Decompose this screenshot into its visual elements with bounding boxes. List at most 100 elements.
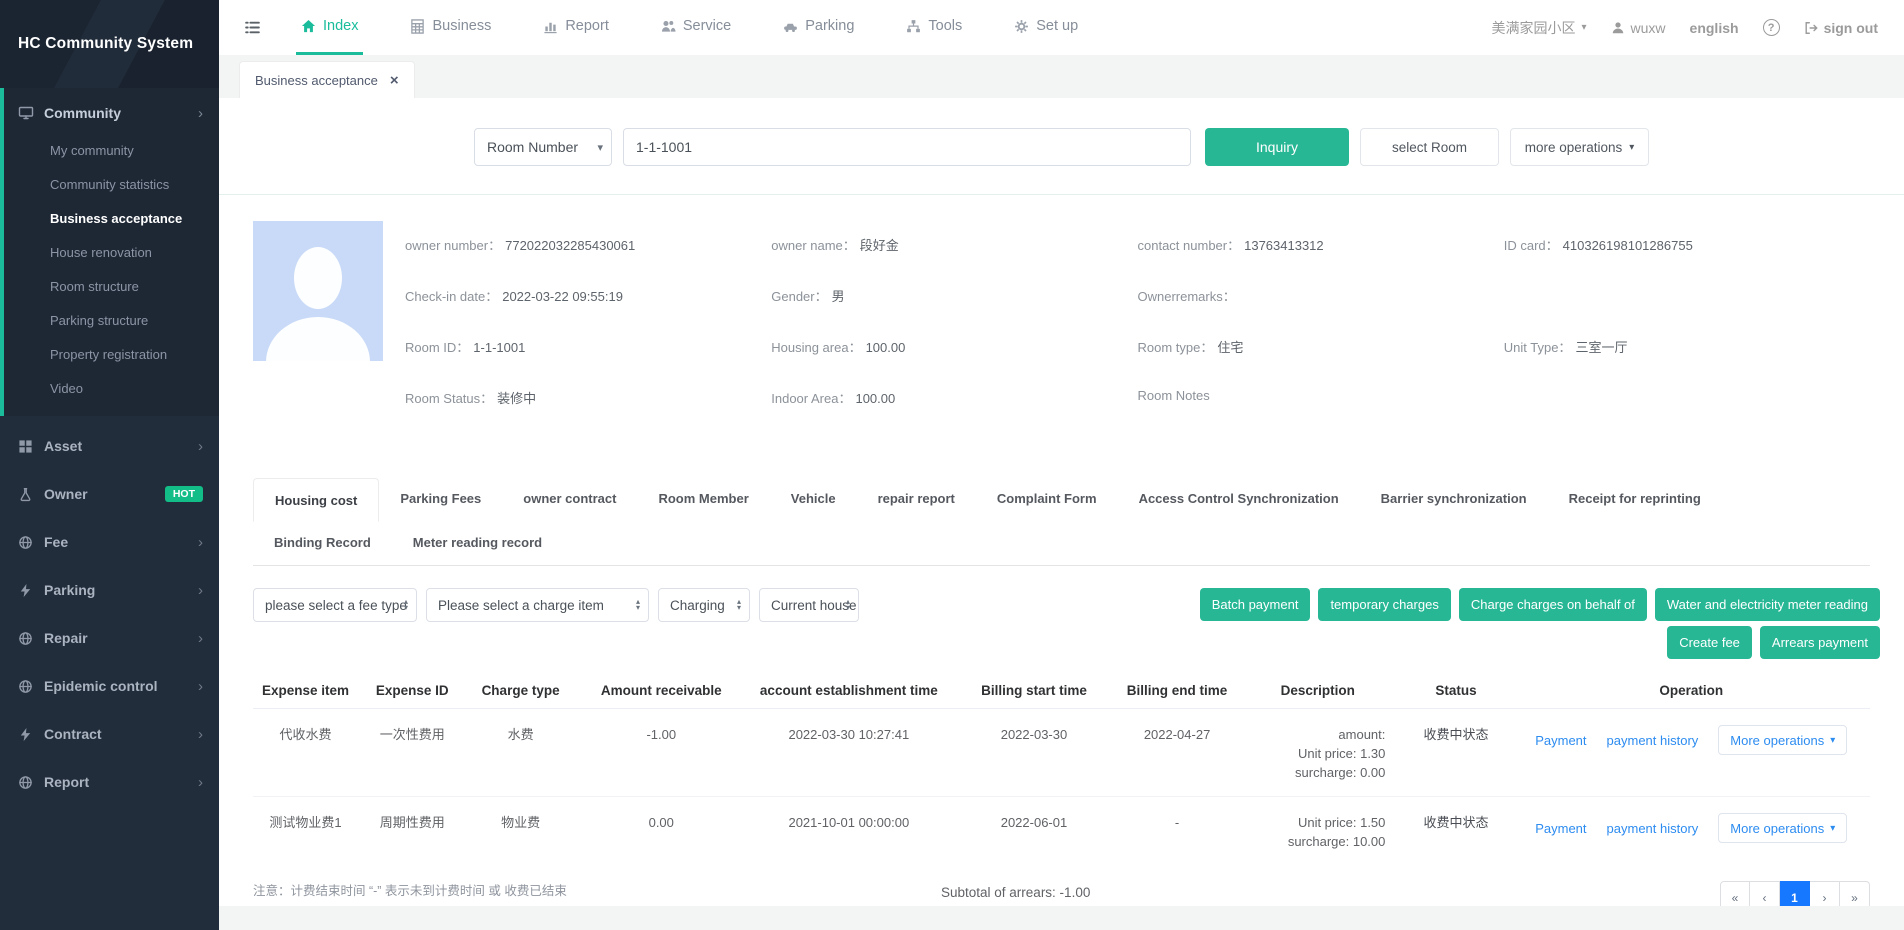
language-switch[interactable]: english xyxy=(1690,20,1739,36)
tab-parking-fees[interactable]: Parking Fees xyxy=(379,477,502,521)
tab-barrier-sync[interactable]: Barrier synchronization xyxy=(1360,477,1548,521)
sidebar-item-my-community[interactable]: My community xyxy=(4,134,219,168)
sidebar-item-community-statistics[interactable]: Community statistics xyxy=(4,168,219,202)
fee-actions: Batch payment temporary charges Charge c… xyxy=(1200,588,1880,659)
col-billing-start-time: Billing start time xyxy=(950,683,1118,698)
current-house-select[interactable]: Current house ▴▾ xyxy=(759,588,859,622)
help-icon[interactable]: ? xyxy=(1763,19,1780,36)
batch-payment-button[interactable]: Batch payment xyxy=(1200,588,1311,621)
payment-history-link[interactable]: payment history xyxy=(1607,731,1699,750)
sidebar-item-repair[interactable]: Repair › xyxy=(0,614,219,662)
bolt-icon xyxy=(18,583,33,598)
sidebar-item-parking[interactable]: Parking › xyxy=(0,566,219,614)
col-billing-end-time: Billing end time xyxy=(1118,683,1236,698)
search-type-value: Room Number xyxy=(487,139,578,155)
payment-link[interactable]: Payment xyxy=(1535,819,1586,838)
payment-link[interactable]: Payment xyxy=(1535,731,1586,750)
sidebar-item-epidemic-control[interactable]: Epidemic control › xyxy=(0,662,219,710)
cell-billing-start: 2022-06-01 xyxy=(950,811,1118,832)
inquiry-button[interactable]: Inquiry xyxy=(1205,128,1349,166)
tab-room-member[interactable]: Room Member xyxy=(637,477,769,521)
nav-item-tools[interactable]: Tools xyxy=(901,0,967,55)
tab-binding-record[interactable]: Binding Record xyxy=(253,521,392,565)
sidebar-item-business-acceptance[interactable]: Business acceptance xyxy=(4,202,219,236)
nav-label: Parking xyxy=(805,18,854,34)
sidebar-item-asset[interactable]: Asset › xyxy=(0,422,219,470)
pagination-prev-button[interactable]: ‹ xyxy=(1750,881,1780,906)
tab-owner-contract[interactable]: owner contract xyxy=(502,477,637,521)
select-room-button[interactable]: select Room xyxy=(1360,128,1499,166)
sidebar-item-room-structure[interactable]: Room structure xyxy=(4,270,219,304)
community-selector[interactable]: 美满家园小区 ▾ xyxy=(1492,18,1587,38)
tab-access-control-sync[interactable]: Access Control Synchronization xyxy=(1118,477,1360,521)
user-menu[interactable]: wuxw xyxy=(1611,20,1666,36)
sidebar-item-property-registration[interactable]: Property registration xyxy=(4,338,219,372)
fee-actions-row-2: Create fee Arrears payment xyxy=(1667,626,1880,659)
sidebar-item-report[interactable]: Report › xyxy=(0,758,219,806)
temporary-charges-button[interactable]: temporary charges xyxy=(1318,588,1450,621)
nav-item-parking[interactable]: Parking xyxy=(778,0,859,55)
nav-item-index[interactable]: Index xyxy=(296,0,363,55)
row-more-operations-label: More operations xyxy=(1730,821,1824,836)
open-tab-business-acceptance[interactable]: Business acceptance × xyxy=(239,61,415,98)
arrears-payment-button[interactable]: Arrears payment xyxy=(1760,626,1880,659)
sidebar-item-parking-structure[interactable]: Parking structure xyxy=(4,304,219,338)
list-menu-icon xyxy=(243,19,262,36)
signout-button[interactable]: sign out xyxy=(1804,20,1878,36)
pagination-next-button[interactable]: › xyxy=(1810,881,1840,906)
fee-type-select[interactable]: please select a fee type ▴▾ xyxy=(253,588,417,622)
field-value: 772022032285430061 xyxy=(505,238,635,253)
payment-history-link[interactable]: payment history xyxy=(1607,819,1699,838)
caret-down-icon: ▾ xyxy=(597,141,603,154)
tab-housing-cost[interactable]: Housing cost xyxy=(253,478,379,522)
field-label: Check-in date： xyxy=(405,289,498,304)
pagination-last-button[interactable]: » xyxy=(1840,881,1870,906)
owner-field: Unit Type：三室一厅 xyxy=(1504,337,1870,388)
more-operations-dropdown[interactable]: more operations ▾ xyxy=(1510,128,1649,166)
room-search-input[interactable] xyxy=(623,128,1191,166)
sidebar-item-fee[interactable]: Fee › xyxy=(0,518,219,566)
tab-vehicle[interactable]: Vehicle xyxy=(770,477,857,521)
create-fee-button[interactable]: Create fee xyxy=(1667,626,1752,659)
field-label: ID card： xyxy=(1504,238,1559,253)
sidebar-item-contract[interactable]: Contract › xyxy=(0,710,219,758)
sidebar-toggle-icon[interactable] xyxy=(243,19,262,36)
owner-field: Housing area：100.00 xyxy=(771,337,1137,388)
close-icon[interactable]: × xyxy=(390,73,399,88)
sidebar-item-video[interactable]: Video xyxy=(4,372,219,406)
updown-caret-icon: ▴▾ xyxy=(636,599,640,611)
row-more-operations-dropdown[interactable]: More operations ▾ xyxy=(1718,813,1847,843)
username-label: wuxw xyxy=(1631,20,1666,36)
gear-icon xyxy=(1014,19,1029,34)
sidebar-item-community[interactable]: Community › xyxy=(4,92,219,134)
charge-on-behalf-button[interactable]: Charge charges on behalf of xyxy=(1459,588,1647,621)
tab-meter-reading-record[interactable]: Meter reading record xyxy=(392,521,563,565)
tab-repair-report[interactable]: repair report xyxy=(857,477,976,521)
sidebar-item-house-renovation[interactable]: House renovation xyxy=(4,236,219,270)
field-label: contact number： xyxy=(1138,238,1241,253)
tab-receipt-reprinting[interactable]: Receipt for reprinting xyxy=(1548,477,1722,521)
nav-item-business[interactable]: Business xyxy=(405,0,496,55)
charging-status-select[interactable]: Charging ▴▾ xyxy=(658,588,750,622)
nav-item-service[interactable]: Service xyxy=(656,0,736,55)
updown-caret-icon: ▴▾ xyxy=(846,599,850,611)
bolt-icon xyxy=(18,727,33,742)
charge-item-select[interactable]: Please select a charge item ▴▾ xyxy=(426,588,649,622)
cell-expense-item: 代收水费 xyxy=(253,723,358,744)
nav-item-setup[interactable]: Set up xyxy=(1009,0,1083,55)
sidebar-item-owner[interactable]: Owner HOT xyxy=(0,470,219,518)
cell-established: 2021-10-01 00:00:00 xyxy=(748,811,950,832)
footer-notes: 注意：计费结束时间 “-” 表示未到计费时间 或 收费已结束 应收金额 为-1 … xyxy=(253,881,773,906)
sidebar: HC Community System Community › My commu… xyxy=(0,0,219,930)
status-badge: 收费中状态 xyxy=(1399,811,1512,832)
tab-complaint-form[interactable]: Complaint Form xyxy=(976,477,1118,521)
owner-avatar xyxy=(253,221,383,361)
nav-item-report[interactable]: Report xyxy=(538,0,614,55)
more-operations-label: more operations xyxy=(1525,140,1623,155)
row-more-operations-dropdown[interactable]: More operations ▾ xyxy=(1718,725,1847,755)
search-type-select[interactable]: Room Number ▾ xyxy=(474,128,612,166)
field-label: Room Status： xyxy=(405,391,493,406)
pagination-page-1[interactable]: 1 xyxy=(1780,881,1810,906)
meter-reading-button[interactable]: Water and electricity meter reading xyxy=(1655,588,1880,621)
pagination-first-button[interactable]: « xyxy=(1720,881,1750,906)
